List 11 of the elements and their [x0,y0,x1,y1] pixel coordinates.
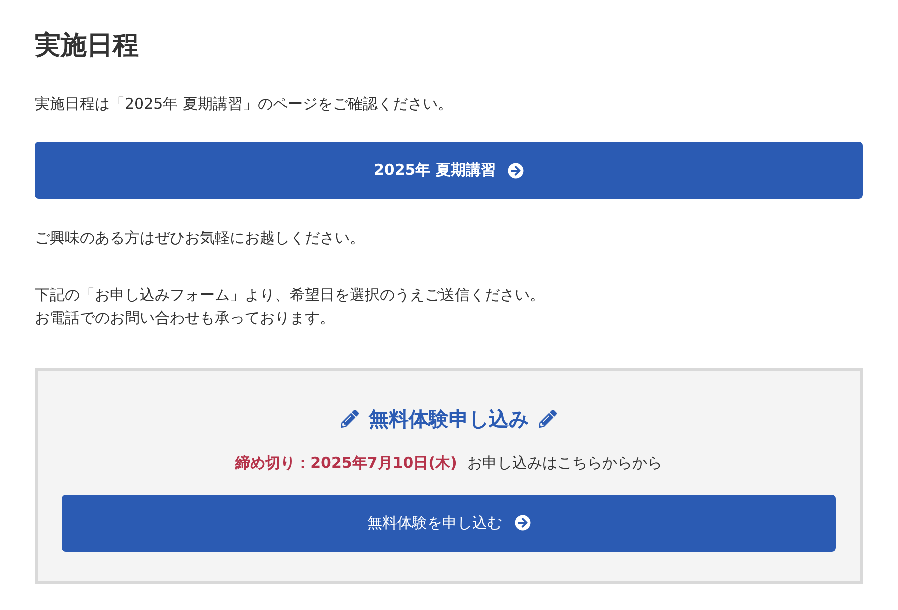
signup-note: お申し込みはこちらからから [467,453,662,474]
page-heading: 実施日程 [35,30,139,63]
link-button[interactable]: 2025年 夏期講習 [35,142,863,199]
pencil-icon [341,410,359,428]
body-paragraph: ご興味のある方はぜひお気軽にお越しください。 [35,228,365,249]
pencil-icon [539,410,557,428]
link-button[interactable]: 無料体験を申し込む [62,494,836,552]
body-paragraph: 下記の「お申し込みフォーム」より、希望日を選択のうえご送信ください。 お電話でのお問い合わせも承っております。 [35,285,545,329]
signup-title: 無料体験申し込み [369,406,529,433]
deadline-text: 締め切り：2025年7月10日(木) [236,453,458,474]
intro-text: 実施日程は「2025年 夏期講習」のページをご確認ください。 [35,94,453,115]
